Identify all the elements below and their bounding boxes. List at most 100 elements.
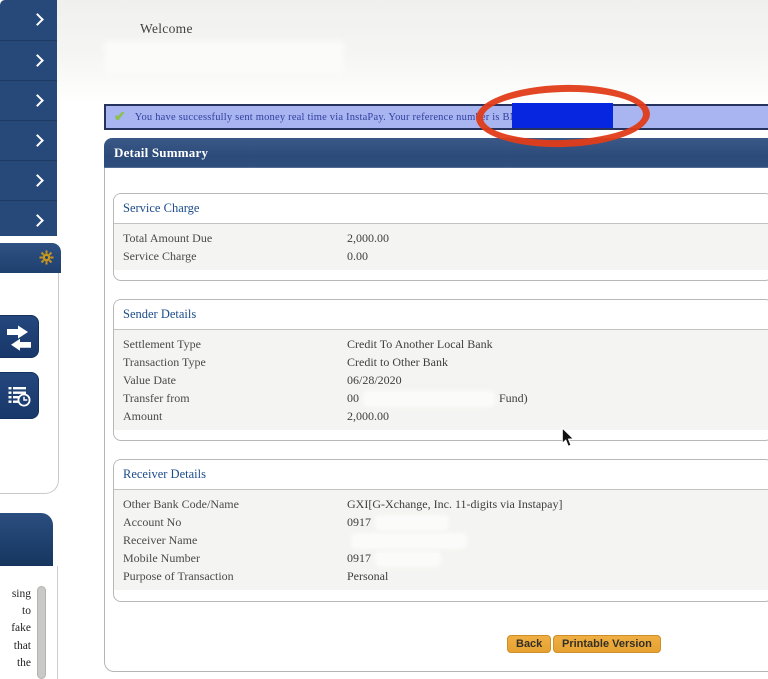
sidebar-nav-item[interactable] (0, 160, 57, 200)
value-text: Personal (347, 569, 388, 583)
detail-row: Mobile Number0917 (114, 549, 768, 567)
section-rows: Total Amount Due2,000.00Service Charge0.… (114, 224, 768, 270)
row-label: Transaction Type (114, 353, 347, 371)
username-redaction (107, 44, 341, 71)
chevron-right-icon (31, 174, 44, 187)
row-value: 2,000.00 (347, 229, 389, 247)
section-rows: Other Bank Code/NameGXI[G-Xchange, Inc. … (114, 490, 768, 590)
back-button[interactable]: Back (507, 635, 551, 653)
chevron-right-icon (31, 214, 44, 227)
row-label: Other Bank Code/Name (114, 495, 347, 513)
advisory-line: sing (0, 586, 31, 603)
sidebar-nav-item[interactable] (0, 80, 57, 120)
detail-row: Total Amount Due2,000.00 (114, 229, 768, 247)
sidebar-nav-item[interactable] (0, 120, 57, 160)
value-text: 00 (347, 391, 359, 405)
detail-row: Service Charge0.00 (114, 247, 768, 265)
row-label: Receiver Name (114, 531, 347, 549)
value-text: 0917 (347, 515, 371, 529)
advisory-panel-header (0, 513, 53, 566)
list-clock-icon (7, 384, 32, 408)
row-value: 00 Fund) (347, 389, 528, 407)
row-label: Transfer from (114, 389, 347, 407)
row-label: Service Charge (114, 247, 347, 265)
detail-row: Other Bank Code/NameGXI[G-Xchange, Inc. … (114, 495, 768, 513)
value-text: GXI[G-Xchange, Inc. 11-digits via Instap… (347, 497, 562, 511)
scrollbar-thumb[interactable] (37, 586, 46, 679)
advisory-line: to (0, 603, 31, 620)
row-value: 0.00 (347, 247, 368, 265)
chevron-right-icon (31, 54, 44, 67)
row-value: 06/28/2020 (347, 371, 402, 389)
value-text: Fund) (499, 391, 528, 405)
banking-confirmation-page: Welcome (0, 0, 768, 679)
section-title: Service Charge (114, 194, 768, 224)
detail-summary-title: Detail Summary (104, 138, 768, 168)
value-text: 06/28/2020 (347, 373, 402, 387)
row-value: 0917 (347, 513, 453, 531)
value-text: 0.00 (347, 249, 368, 263)
redacted-value (377, 553, 439, 565)
transfer-arrows-icon (6, 323, 32, 351)
detail-row: Amount2,000.00 (114, 407, 768, 425)
check-icon: ✔ (114, 109, 126, 125)
detail-summary-header: Detail Summary (104, 138, 768, 168)
row-value: Credit To Another Local Bank (347, 335, 493, 353)
gear-icon[interactable] (39, 250, 54, 265)
advisory-line: the (0, 655, 31, 672)
row-label: Amount (114, 407, 347, 425)
advisory-panel-body: singtofakethatthe (0, 566, 58, 679)
chevron-right-icon (31, 13, 44, 26)
chevron-right-icon (31, 134, 44, 147)
value-text: 2,000.00 (347, 231, 389, 245)
value-text: Credit To Another Local Bank (347, 337, 493, 351)
detail-row: Receiver Name (114, 531, 768, 549)
row-value: 0917 (347, 549, 445, 567)
row-value: Personal (347, 567, 388, 585)
redacted-value (377, 517, 447, 529)
section-sender-details: Sender Details Settlement TypeCredit To A… (113, 299, 768, 441)
redacted-value (365, 393, 493, 405)
row-label: Mobile Number (114, 549, 347, 567)
sidebar-nav-item[interactable] (0, 200, 57, 241)
welcome-label: Welcome (140, 21, 193, 37)
row-value: Credit to Other Bank (347, 353, 448, 371)
transaction-history-button[interactable] (0, 372, 39, 419)
section-receiver-details: Receiver Details Other Bank Code/NameGXI[… (113, 459, 768, 602)
detail-row: Settlement TypeCredit To Another Local B… (114, 335, 768, 353)
detail-row: Value Date06/28/2020 (114, 371, 768, 389)
success-alert: ✔ You have successfully sent money real … (104, 104, 768, 130)
detail-panel: Service ChargeTotal Amount Due2,000.00Se… (104, 168, 768, 672)
row-value: 2,000.00 (347, 407, 389, 425)
row-label: Value Date (114, 371, 347, 389)
row-value: GXI[G-Xchange, Inc. 11-digits via Instap… (347, 495, 562, 513)
sidebar-nav-item[interactable] (0, 0, 57, 40)
detail-row: Transfer from00 Fund) (114, 389, 768, 407)
value-text: 2,000.00 (347, 409, 389, 423)
section-title: Sender Details (114, 300, 768, 330)
advisory-text: singtofakethatthe (0, 586, 31, 672)
tools-panel-header (0, 243, 61, 273)
sidebar-nav (0, 0, 57, 236)
value-text: 0917 (347, 551, 371, 565)
section-service-charge: Service ChargeTotal Amount Due2,000.00Se… (113, 193, 768, 281)
funds-transfer-button[interactable] (0, 315, 39, 358)
advisory-line: fake (0, 620, 31, 637)
detail-row: Transaction TypeCredit to Other Bank (114, 353, 768, 371)
row-label: Purpose of Transaction (114, 567, 347, 585)
mouse-cursor (561, 427, 576, 448)
sidebar-nav-item[interactable] (0, 40, 57, 80)
redacted-value (353, 535, 465, 547)
printable-version-button[interactable]: Printable Version (553, 635, 661, 653)
row-label: Account No (114, 513, 347, 531)
advisory-line: that (0, 638, 31, 655)
detail-row: Account No0917 (114, 513, 768, 531)
detail-row: Purpose of TransactionPersonal (114, 567, 768, 585)
section-title: Receiver Details (114, 460, 768, 490)
section-rows: Settlement TypeCredit To Another Local B… (114, 330, 768, 430)
row-label: Total Amount Due (114, 229, 347, 247)
row-label: Settlement Type (114, 335, 347, 353)
alert-message: You have successfully sent money real ti… (135, 112, 518, 123)
row-value (347, 531, 471, 549)
value-text: Credit to Other Bank (347, 355, 448, 369)
